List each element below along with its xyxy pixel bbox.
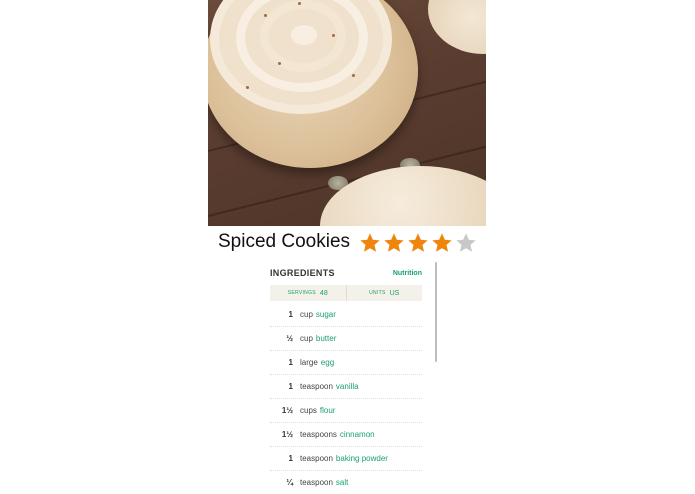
ingredient-unit: teaspoons (300, 430, 337, 439)
units-value: US (389, 289, 400, 297)
ingredient-name[interactable]: baking powder (336, 454, 388, 463)
cinnamon-speck (246, 86, 249, 89)
cinnamon-speck (298, 2, 301, 5)
ingredient-name[interactable]: salt (336, 478, 348, 487)
recipe-title: Spiced Cookies (218, 231, 351, 252)
ingredient-list: 1 cup sugar ½ cup butter 1 large egg 1 teaspoon van… (270, 303, 422, 494)
cinnamon-speck (352, 74, 355, 77)
cinnamon-speck (264, 14, 267, 17)
ingredient-unit: teaspoon (300, 382, 333, 391)
nutrition-link[interactable]: Nutrition (393, 270, 422, 277)
ingredient-name[interactable]: flour (320, 406, 336, 415)
ingredient-quantity: 1 (288, 358, 293, 367)
cinnamon-speck (278, 62, 281, 65)
ingredient-row: ¼ teaspoon salt (270, 471, 422, 494)
star-icon[interactable] (407, 232, 429, 254)
ingredient-row: 1 cup sugar (270, 303, 422, 327)
ingredient-unit: cups (300, 406, 317, 415)
ingredient-unit: cup (300, 334, 313, 343)
ingredient-name[interactable]: butter (316, 334, 336, 343)
ingredient-unit: large (300, 358, 318, 367)
scrollbar[interactable] (435, 262, 437, 362)
star-icon[interactable] (383, 232, 405, 254)
units-control[interactable]: units US (345, 285, 423, 301)
ingredient-unit: cup (300, 310, 313, 319)
servings-value: 48 (319, 289, 328, 297)
cookie-bottom (320, 166, 486, 226)
ingredient-row: 1 teaspoon vanilla (270, 375, 422, 399)
ingredient-unit: teaspoon (300, 478, 333, 487)
frosting-swirl (282, 16, 326, 54)
ingredients-header: INGREDIENTS Nutrition (270, 263, 422, 285)
ingredient-quantity: ½ (286, 334, 293, 343)
ingredient-name[interactable]: sugar (316, 310, 336, 319)
ingredient-quantity: ¼ (286, 478, 293, 487)
ingredients-panel: INGREDIENTS Nutrition servings 48 units … (270, 263, 422, 494)
ingredient-row: 1½ cups flour (270, 399, 422, 423)
ingredient-unit: teaspoon (300, 454, 333, 463)
ingredient-quantity: 1½ (281, 406, 293, 415)
servings-label: servings (287, 290, 316, 296)
cinnamon-speck (332, 34, 335, 37)
ingredient-row: 1 large egg (270, 351, 422, 375)
recipe-photo (208, 0, 486, 226)
servings-control[interactable]: servings 48 (270, 285, 346, 301)
ingredient-quantity: 1½ (281, 430, 293, 439)
star-icon[interactable] (431, 232, 453, 254)
star-icon[interactable] (455, 232, 477, 254)
units-label: units (369, 290, 386, 296)
ingredient-name[interactable]: cinnamon (340, 430, 375, 439)
recipe-controls: servings 48 units US (270, 285, 422, 301)
ingredient-quantity: 1 (288, 454, 293, 463)
star-icon[interactable] (359, 232, 381, 254)
ingredient-row: ½ cup butter (270, 327, 422, 351)
cookie-right (428, 0, 486, 54)
ingredients-title: INGREDIENTS (270, 268, 335, 278)
ingredient-name[interactable]: egg (321, 358, 334, 367)
ingredient-row: 1 teaspoon baking powder (270, 447, 422, 471)
ingredient-row: 1½ teaspoons cinnamon (270, 423, 422, 447)
ingredient-quantity: 1 (288, 382, 293, 391)
ingredient-quantity: 1 (288, 310, 293, 319)
ingredient-name[interactable]: vanilla (336, 382, 359, 391)
cookie-main (208, 0, 418, 168)
